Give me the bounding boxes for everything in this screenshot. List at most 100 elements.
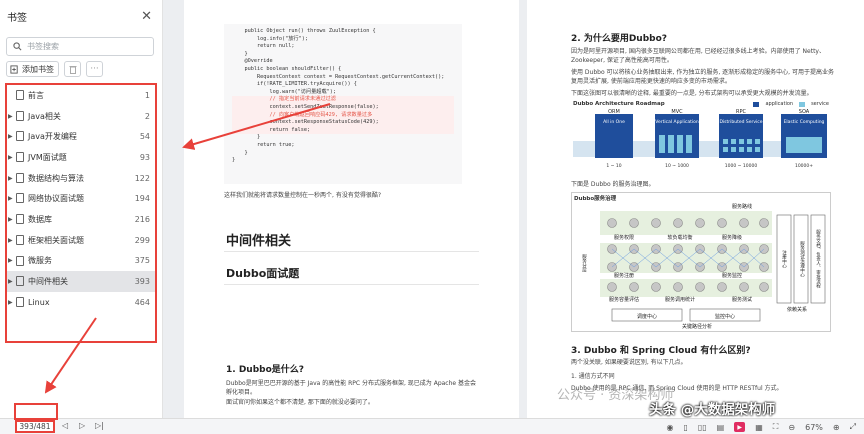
bookmark-item[interactable]: ▶ Java相关 2 [7,106,155,127]
page-number-input[interactable]: 393/481 [15,420,55,433]
governance-side-label: 服务文档、负责人、审批流程 [816,230,821,290]
governance-label: 依赖关系 [787,306,807,313]
bookmark-item[interactable]: 前言 1 [7,85,155,106]
book-icon[interactable]: ▤ [717,423,725,432]
bookmark-icon [16,172,24,183]
service-node [739,282,749,292]
governance-label: 服务容量评估 [609,296,639,303]
heading-dubbo: Dubbo面试题 [226,267,300,280]
service-node [759,218,769,228]
roadmap-stage: MVC [671,109,683,115]
double-page-icon[interactable]: ▯▯ [698,423,707,432]
code-line: } [232,50,248,57]
code-line: context.setResponseStatusCode(429); [232,119,454,127]
roadmap-box-label: Vertical Application [655,119,699,125]
single-page-icon[interactable]: ▯ [683,423,687,432]
bookmark-page: 2 [144,111,150,121]
bookmark-label: 前言 [28,90,44,100]
q3-text-1: 两个没关联, 如果硬要说区别, 有以下几点。 [571,359,687,366]
bookmark-item[interactable]: ▶ 网络协议面试题 194 [7,188,155,209]
next-page-icon[interactable]: ▷ [79,421,85,430]
governance-label: 服务权限 [614,234,634,241]
close-icon[interactable]: ✕ [141,9,152,24]
bookmark-icon [16,296,24,307]
expand-arrow-icon[interactable]: ▶ [8,195,13,202]
more-icon: ··· [90,64,99,74]
service-node [629,282,639,292]
service-node [717,218,727,228]
view-controls: ◉ ▯ ▯▯ ▤ ▶ ▦ ⛶ ⊖ 67% ⊕ ⤢ [666,419,864,434]
code-line: @Override [232,58,273,65]
service-node [695,282,705,292]
governance-label: 服务降级 [722,234,742,241]
prev-page-icon[interactable]: ◁ [62,421,68,430]
bookmark-item[interactable]: ▶ 数据库 216 [7,209,155,230]
last-page-icon[interactable]: ▷| [95,421,104,430]
service-node [759,282,769,292]
roadmap-scale: 1 ~ 10 [606,163,621,169]
roadmap-title: Dubbo Architecture Roadmap [573,101,665,107]
expand-arrow-icon[interactable]: ▶ [8,175,13,182]
q2-text-1: 因为是阿里开源项目, 国内很多互联网公司都在用, 已经经过很多线上考验。内部使用… [571,48,825,64]
roadmap-box-label: All in One [603,119,625,125]
expand-arrow-icon[interactable]: ▶ [8,257,13,264]
service-node [607,282,617,292]
bookmark-page: 393 [134,277,150,287]
bookmark-item[interactable]: ▶ Linux 464 [7,292,155,313]
code-line: public Object run() throws ZuulException… [232,28,376,34]
bookmark-item[interactable]: ▶ 数据结构与算法 122 [7,168,155,189]
expand-arrow-icon[interactable]: ▶ [8,113,13,120]
expand-arrow-icon[interactable]: ▶ [8,216,13,223]
bookmark-item[interactable]: ▶ 微服务 375 [7,251,155,272]
fit-icon[interactable]: ⛶ [773,422,779,432]
governance-label: 服务调用统计 [665,296,695,303]
roadmap-stage: SOA [799,109,810,115]
toutiao-watermark: 头条 @大数据架构师 [649,402,776,418]
more-options-button[interactable]: ··· [86,61,103,77]
service-node [607,218,617,228]
sidebar-header: 书签 ✕ [0,0,162,33]
bookmark-item[interactable]: ▶ 框架相关面试题 299 [7,230,155,251]
heading-middleware: 中间件相关 [226,234,292,249]
zoom-out-icon[interactable]: ⊖ [788,423,795,432]
bookmark-item[interactable]: ▶ JVM面试题 93 [7,147,155,168]
expand-arrow-icon[interactable]: ▶ [8,237,13,244]
fig2-caption: 下面是 Dubbo 的服务治理图。 [571,181,655,188]
roadmap-scale: 10 ~ 1000 [665,163,689,169]
expand-arrow-icon[interactable]: ▶ [8,278,13,285]
fullscreen-icon[interactable]: ⤢ [850,422,856,432]
zoom-level[interactable]: 67% [805,423,823,432]
roadmap-stage: ORM [608,109,620,115]
zoom-in-icon[interactable]: ⊕ [833,423,840,432]
expand-arrow-icon[interactable]: ▶ [8,133,13,140]
bookmark-list: 前言 1 ▶ Java相关 2 ▶ Java开发编程 54 ▶ JVM面试题 93 ▶ 数据结构与算法 1… [5,83,157,343]
expand-arrow-icon[interactable]: ▶ [8,299,13,306]
play-icon[interactable]: ▶ [734,422,746,432]
governance-diagram: Dubbo服务治理 服务路线 服务权限 软负载均衡 服务降级 服务注册 服务监控 服务容量评… [571,192,831,332]
bookmark-label: JVM面试题 [28,152,67,162]
expand-arrow-icon[interactable]: ▶ [8,154,13,161]
bookmark-search[interactable] [6,37,154,56]
bookmark-page: 93 [139,152,150,162]
q1-title: 1. Dubbo是什么? [226,365,304,375]
code-caption: 这样我们就能将请求数量控制在一秒两个, 有没有觉得很酷? [224,192,382,199]
roadmap-box-label: Distributed Service [719,119,762,125]
legend-service: service [811,101,829,107]
service-node [695,218,705,228]
bookmark-page: 464 [134,297,150,307]
eye-icon[interactable]: ◉ [666,423,673,432]
code-line: if(!RATE_LIMITER.tryAcquire()) { [232,81,357,88]
trash-icon [69,65,76,74]
grid-icon[interactable]: ▦ [755,423,763,432]
bookmark-icon [16,255,24,266]
bookmark-item[interactable]: ▶ 中间件相关 393 [7,271,155,292]
bookmark-item[interactable]: ▶ Java开发编程 54 [7,126,155,147]
legend-swatch-service [799,101,806,107]
add-bookmark-button[interactable]: 添加书签 [6,61,59,77]
sidebar-title: 书签 [7,13,27,24]
add-bookmark-label: 添加书签 [22,64,54,74]
delete-bookmark-button[interactable] [64,61,81,77]
bookmark-search-input[interactable] [27,42,137,51]
legend-swatch-application [753,101,760,107]
code-line: } [232,134,261,141]
